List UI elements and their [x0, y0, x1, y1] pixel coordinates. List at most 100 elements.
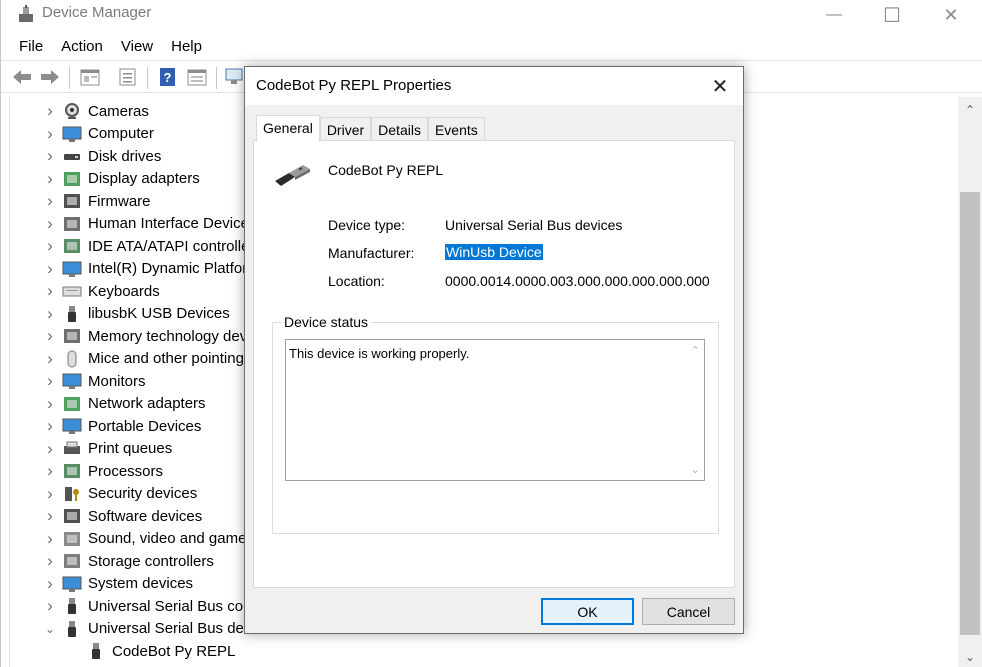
chevron-right-icon[interactable]: › — [40, 506, 60, 526]
tree-item-label: Sound, video and game — [88, 530, 247, 547]
chevron-right-icon[interactable]: › — [40, 461, 60, 481]
chevron-right-icon[interactable]: › — [40, 596, 60, 616]
tree-item[interactable]: › Security devices — [10, 483, 197, 505]
back-icon[interactable] — [11, 67, 33, 87]
scroll-up-icon[interactable]: ⌃ — [958, 103, 982, 117]
camera-icon — [65, 103, 79, 119]
menu-view[interactable]: View — [112, 34, 162, 58]
tree-item[interactable]: › Sound, video and game — [10, 528, 246, 550]
tree-item[interactable]: › Universal Serial Bus cont — [10, 595, 256, 617]
chevron-right-icon[interactable]: › — [40, 101, 60, 121]
tab-events[interactable]: Events — [427, 117, 485, 141]
printer-icon — [64, 441, 80, 454]
chevron-right-icon[interactable]: › — [40, 484, 60, 504]
close-button[interactable]: ✕ — [928, 0, 974, 30]
chevron-right-icon[interactable]: › — [40, 146, 60, 166]
chevron-right-icon[interactable]: › — [40, 281, 60, 301]
network-icon — [64, 396, 80, 411]
tree-item[interactable]: › Keyboards — [10, 280, 160, 302]
tree-item-label: Processors — [88, 462, 164, 480]
tree-item[interactable]: › Human Interface Devices — [10, 213, 256, 235]
tree-item[interactable]: › Monitors — [10, 370, 145, 392]
tree-item[interactable]: › Display adapters — [10, 168, 200, 190]
properties-icon[interactable] — [79, 67, 101, 87]
forward-icon[interactable] — [39, 67, 61, 87]
tree-item[interactable]: › Cameras — [10, 100, 149, 122]
menu-file[interactable]: File — [1, 34, 52, 58]
chevron-right-icon[interactable]: › — [40, 214, 60, 234]
menu-help[interactable]: Help — [162, 34, 211, 58]
tab-general[interactable]: General — [256, 115, 320, 142]
tree-item[interactable]: › Computer — [10, 123, 154, 145]
tree-child-item[interactable]: CodeBot Py REPL — [34, 640, 235, 662]
tree-item[interactable]: › Intel(R) Dynamic Platform — [10, 258, 260, 280]
tree-item[interactable]: › System devices — [10, 573, 193, 595]
tab-driver[interactable]: Driver — [319, 117, 372, 141]
tree-item-label: Software devices — [88, 507, 203, 525]
device-status-textbox[interactable]: This device is working properly. ⌃ ⌄ — [285, 339, 705, 481]
chevron-right-icon[interactable]: › — [40, 169, 60, 189]
menu-action[interactable]: Action — [52, 34, 112, 58]
chevron-right-icon[interactable]: › — [40, 304, 60, 324]
tab-details[interactable]: Details — [371, 117, 428, 141]
chevron-right-icon[interactable]: › — [40, 124, 60, 144]
tree-item-label: Storage controllers — [88, 552, 214, 570]
scroll-down-icon[interactable]: ⌄ — [958, 650, 982, 664]
tree-item[interactable]: ⌄ Universal Serial Bus devi — [10, 618, 255, 640]
tree-item[interactable]: › Disk drives — [10, 145, 161, 167]
chevron-right-icon[interactable]: › — [40, 236, 60, 256]
tree-item-label: Computer — [88, 125, 154, 142]
chevron-right-icon[interactable]: › — [40, 416, 60, 436]
tree-item[interactable]: › Portable Devices — [10, 415, 201, 437]
scroll-down-icon[interactable]: ⌄ — [691, 463, 700, 476]
chevron-right-icon[interactable]: › — [40, 551, 60, 571]
chevron-right-icon[interactable]: › — [40, 574, 60, 594]
tree-item[interactable]: › Print queues — [10, 438, 172, 460]
tree-item[interactable]: › Storage controllers — [10, 550, 214, 572]
scroll-up-icon[interactable]: ⌃ — [691, 344, 700, 357]
tree-item[interactable]: › Processors — [10, 460, 163, 482]
dialog-close-button[interactable]: ✕ — [697, 67, 743, 105]
tree-item[interactable]: › libusbK USB Devices — [10, 303, 230, 325]
chevron-down-icon[interactable]: ⌄ — [40, 622, 60, 636]
help-icon[interactable]: ? — [157, 67, 179, 87]
cancel-button[interactable]: Cancel — [642, 598, 735, 625]
chevron-right-icon[interactable]: › — [40, 349, 60, 369]
firmware-icon — [64, 194, 80, 208]
chevron-right-icon[interactable]: › — [40, 191, 60, 211]
tree-item[interactable]: › Mice and other pointing — [10, 348, 244, 370]
tree-item[interactable]: › IDE ATA/ATAPI controllers — [10, 235, 262, 257]
keyboard-icon — [62, 286, 82, 297]
computer-icon — [62, 126, 82, 142]
scrollbar-thumb[interactable] — [960, 192, 980, 635]
view-icon[interactable] — [186, 67, 208, 87]
processor-icon — [64, 464, 80, 478]
menu-bar: File Action View Help — [1, 34, 211, 58]
svg-text:?: ? — [164, 70, 172, 85]
update-icon[interactable] — [117, 67, 139, 87]
minimize-button[interactable]: — — [811, 0, 857, 30]
chevron-right-icon[interactable]: › — [40, 259, 60, 279]
chevron-right-icon[interactable]: › — [40, 439, 60, 459]
usb-plug-icon — [68, 305, 76, 322]
tree-item-label: Universal Serial Bus cont — [88, 597, 256, 615]
tree-item-label: Print queues — [88, 440, 173, 457]
ok-button[interactable]: OK — [541, 598, 634, 625]
tree-item[interactable]: › Memory technology dev — [10, 325, 247, 347]
scan-icon[interactable] — [224, 67, 246, 87]
tree-item-label: System devices — [88, 575, 194, 592]
device-name: CodeBot Py REPL — [328, 162, 444, 178]
chevron-right-icon[interactable]: › — [40, 371, 60, 391]
hid-icon — [64, 216, 80, 231]
chevron-right-icon[interactable]: › — [40, 394, 60, 414]
vertical-scrollbar[interactable]: ⌃ ⌄ — [958, 97, 982, 667]
tree-item[interactable]: › Firmware — [10, 190, 150, 212]
maximize-button[interactable]: ☐ — [869, 0, 915, 30]
storage-icon — [64, 554, 80, 568]
tree-item[interactable]: › Software devices — [10, 505, 202, 527]
minimize-icon: — — [826, 6, 842, 23]
manufacturer-value[interactable]: WinUsb Device — [445, 244, 543, 260]
chevron-right-icon[interactable]: › — [40, 529, 60, 549]
chevron-right-icon[interactable]: › — [40, 326, 60, 346]
tree-item[interactable]: › Network adapters — [10, 393, 205, 415]
